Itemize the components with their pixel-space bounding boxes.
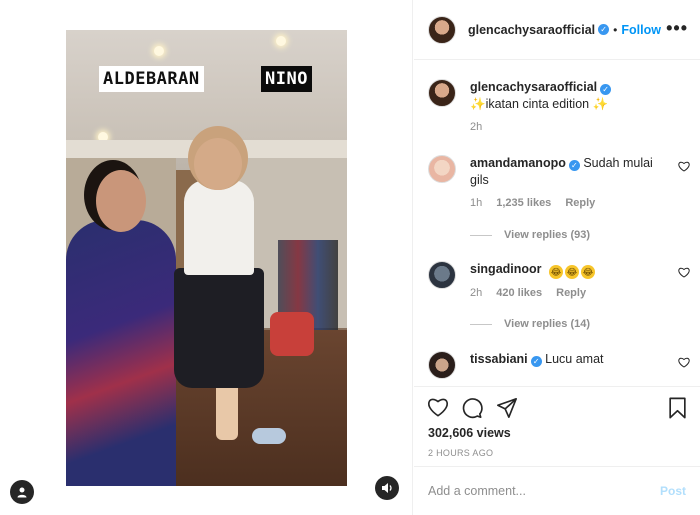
verified-badge-icon: ✓ — [600, 84, 612, 95]
more-options-icon[interactable]: ••• — [666, 18, 688, 39]
user-icon — [17, 487, 27, 498]
reply-button[interactable]: Reply — [565, 197, 595, 209]
person-right — [174, 268, 264, 388]
verified-badge-icon: ✓ — [568, 160, 580, 171]
red-bag — [270, 312, 314, 356]
comment-item: amandamanopo ✓ Sudah mulai gils 1h 1,235 … — [428, 155, 690, 209]
post-media: ALDEBARAN NINO — [0, 0, 413, 515]
verified-badge-icon: ✓ — [598, 24, 610, 35]
comment-text: Lucu amat — [545, 352, 604, 366]
view-count[interactable]: 302,606 views — [428, 426, 511, 440]
follow-button[interactable]: Follow — [621, 23, 661, 37]
separator: • — [613, 22, 618, 37]
avatar[interactable] — [428, 155, 456, 183]
mute-toggle-button[interactable] — [375, 476, 399, 500]
post-comment-button[interactable]: Post — [660, 484, 686, 498]
like-comment-heart-icon[interactable] — [678, 161, 690, 172]
comment-item: tissabiani ✓ Lucu amat — [428, 351, 690, 379]
comment-username[interactable]: singadinoor — [470, 262, 542, 276]
speaker-icon — [381, 483, 392, 493]
comment-likes[interactable]: 420 likes — [496, 287, 542, 299]
comment-username[interactable]: tissabiani — [470, 352, 528, 366]
comment-composer: Post — [414, 466, 700, 515]
ceiling-light — [154, 46, 164, 56]
comment-username[interactable]: amandamanopo — [470, 156, 566, 170]
avatar[interactable] — [428, 79, 456, 107]
caption: glencachysaraofficial ✓ ✨ikatan cinta edi… — [428, 79, 690, 133]
comment-emojis: 😂 😂 😂 — [549, 262, 597, 279]
user-tags-button[interactable] — [10, 480, 34, 504]
person-left — [66, 220, 176, 486]
header-username[interactable]: glencachysaraofficial — [468, 23, 595, 37]
comment-likes[interactable]: 1,235 likes — [496, 197, 551, 209]
caption-text: ✨ikatan cinta edition ✨ — [470, 97, 609, 111]
avatar[interactable] — [428, 351, 456, 379]
caption-username[interactable]: glencachysaraofficial — [470, 80, 597, 94]
laughing-emoji-icon: 😂 — [565, 265, 580, 279]
like-comment-heart-icon[interactable] — [678, 267, 690, 278]
verified-badge-icon: ✓ — [530, 356, 542, 367]
comment-item: singadinoor 😂 😂 😂 2h 420 likes Reply — [428, 261, 690, 299]
video-player[interactable]: ALDEBARAN NINO — [66, 30, 347, 486]
like-comment-heart-icon[interactable] — [678, 357, 690, 368]
view-replies-button[interactable]: View replies (14) — [470, 318, 590, 330]
post-header: glencachysaraofficial ✓ • Follow ••• — [414, 0, 700, 60]
ceiling-light — [276, 36, 286, 46]
avatar[interactable] — [428, 15, 456, 44]
save-bookmark-icon[interactable] — [668, 397, 687, 419]
share-send-icon[interactable] — [496, 397, 518, 419]
post-timestamp: 2 HOURS AGO — [428, 448, 494, 458]
view-replies-button[interactable]: View replies (93) — [470, 229, 590, 241]
post-actions: 302,606 views 2 HOURS AGO — [414, 386, 700, 466]
overlay-label-nino: NINO — [261, 66, 312, 92]
comment-time: 2h — [470, 287, 483, 299]
overlay-label-aldebaran: ALDEBARAN — [99, 66, 204, 92]
laughing-emoji-icon: 😂 — [549, 265, 564, 279]
caption-time: 2h — [470, 121, 483, 133]
like-heart-icon[interactable] — [427, 397, 449, 417]
comment-bubble-icon[interactable] — [461, 397, 483, 419]
comments-list[interactable]: glencachysaraofficial ✓ ✨ikatan cinta edi… — [414, 61, 700, 386]
comment-time: 1h — [470, 197, 483, 209]
post-side-panel: glencachysaraofficial ✓ • Follow ••• gle… — [414, 0, 700, 515]
avatar[interactable] — [428, 261, 456, 289]
comment-input[interactable] — [428, 484, 660, 498]
reply-button[interactable]: Reply — [556, 287, 586, 299]
laughing-emoji-icon: 😂 — [581, 265, 596, 279]
